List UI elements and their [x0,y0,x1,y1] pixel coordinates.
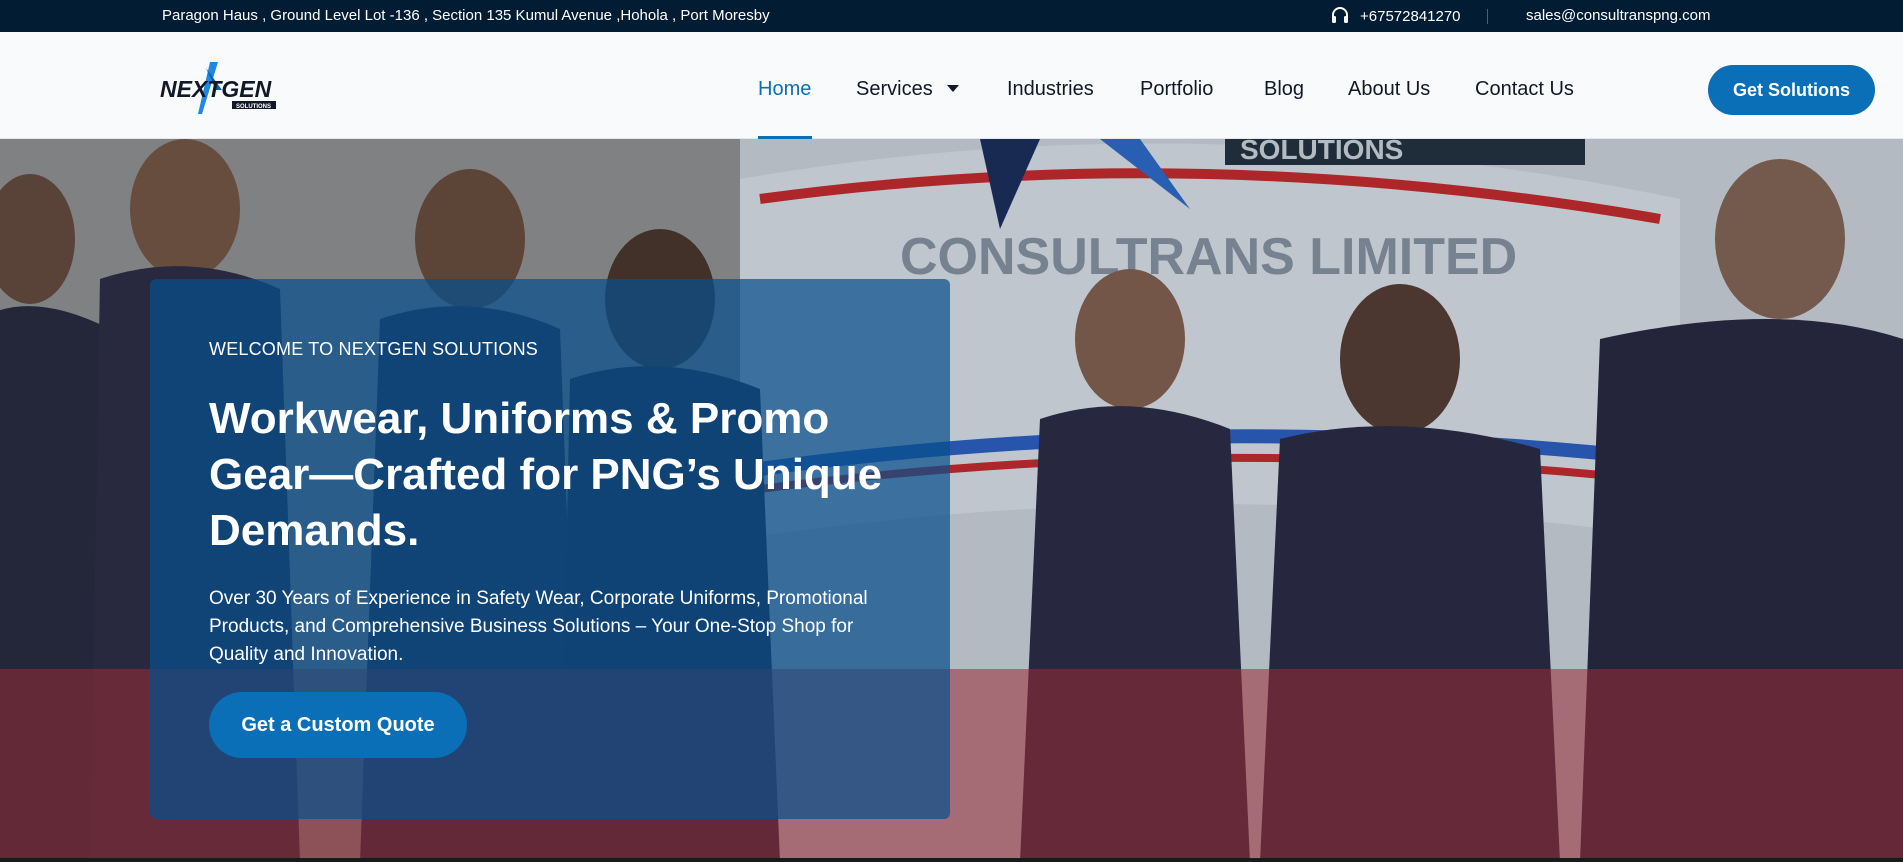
headset-icon [1332,7,1348,23]
nav-services[interactable]: Services [856,78,959,101]
get-solutions-button[interactable]: Get Solutions [1708,65,1875,115]
nav-services-label: Services [856,78,933,100]
nav-contact-us[interactable]: Contact Us [1475,78,1574,101]
nav-home[interactable]: Home [758,78,811,101]
hero-card: WELCOME TO NEXTGEN SOLUTIONS Workwear, U… [150,279,950,819]
logo-wordmark: NEXTGEN [160,76,272,102]
hero-subtext: Over 30 Years of Experience in Safety We… [209,588,868,665]
nextgen-logo[interactable]: NEXTGEN SOLUTIONS [158,60,282,116]
address-text: Paragon Haus , Ground Level Lot -136 , S… [162,7,770,24]
topbar-divider [1487,9,1488,24]
top-info-bar: Paragon Haus , Ground Level Lot -136 , S… [0,0,1903,32]
hero-eyebrow: WELCOME TO NEXTGEN SOLUTIONS [209,339,538,359]
page-bottom-edge [0,858,1903,862]
nav-industries[interactable]: Industries [1007,78,1094,101]
site-header: NEXTGEN SOLUTIONS Home Services Industri… [0,32,1903,139]
hero-section: SOLUTIONS CONSULTRANS LIMITED WELCOME TO… [0,139,1903,862]
get-custom-quote-button[interactable]: Get a Custom Quote [209,692,467,758]
logo-subtext: SOLUTIONS [236,104,271,110]
hero-headline: Workwear, Uniforms & Promo Gear—Crafted … [209,394,883,555]
nav-blog[interactable]: Blog [1264,78,1304,101]
nav-about-us[interactable]: About Us [1348,78,1430,101]
phone-number: +67572841270 [1360,7,1461,25]
phone-link[interactable]: +67572841270 [1330,7,1461,25]
nav-portfolio[interactable]: Portfolio [1140,78,1213,101]
email-link[interactable]: sales@consultranspng.com [1526,7,1710,24]
chevron-down-icon [946,85,959,92]
